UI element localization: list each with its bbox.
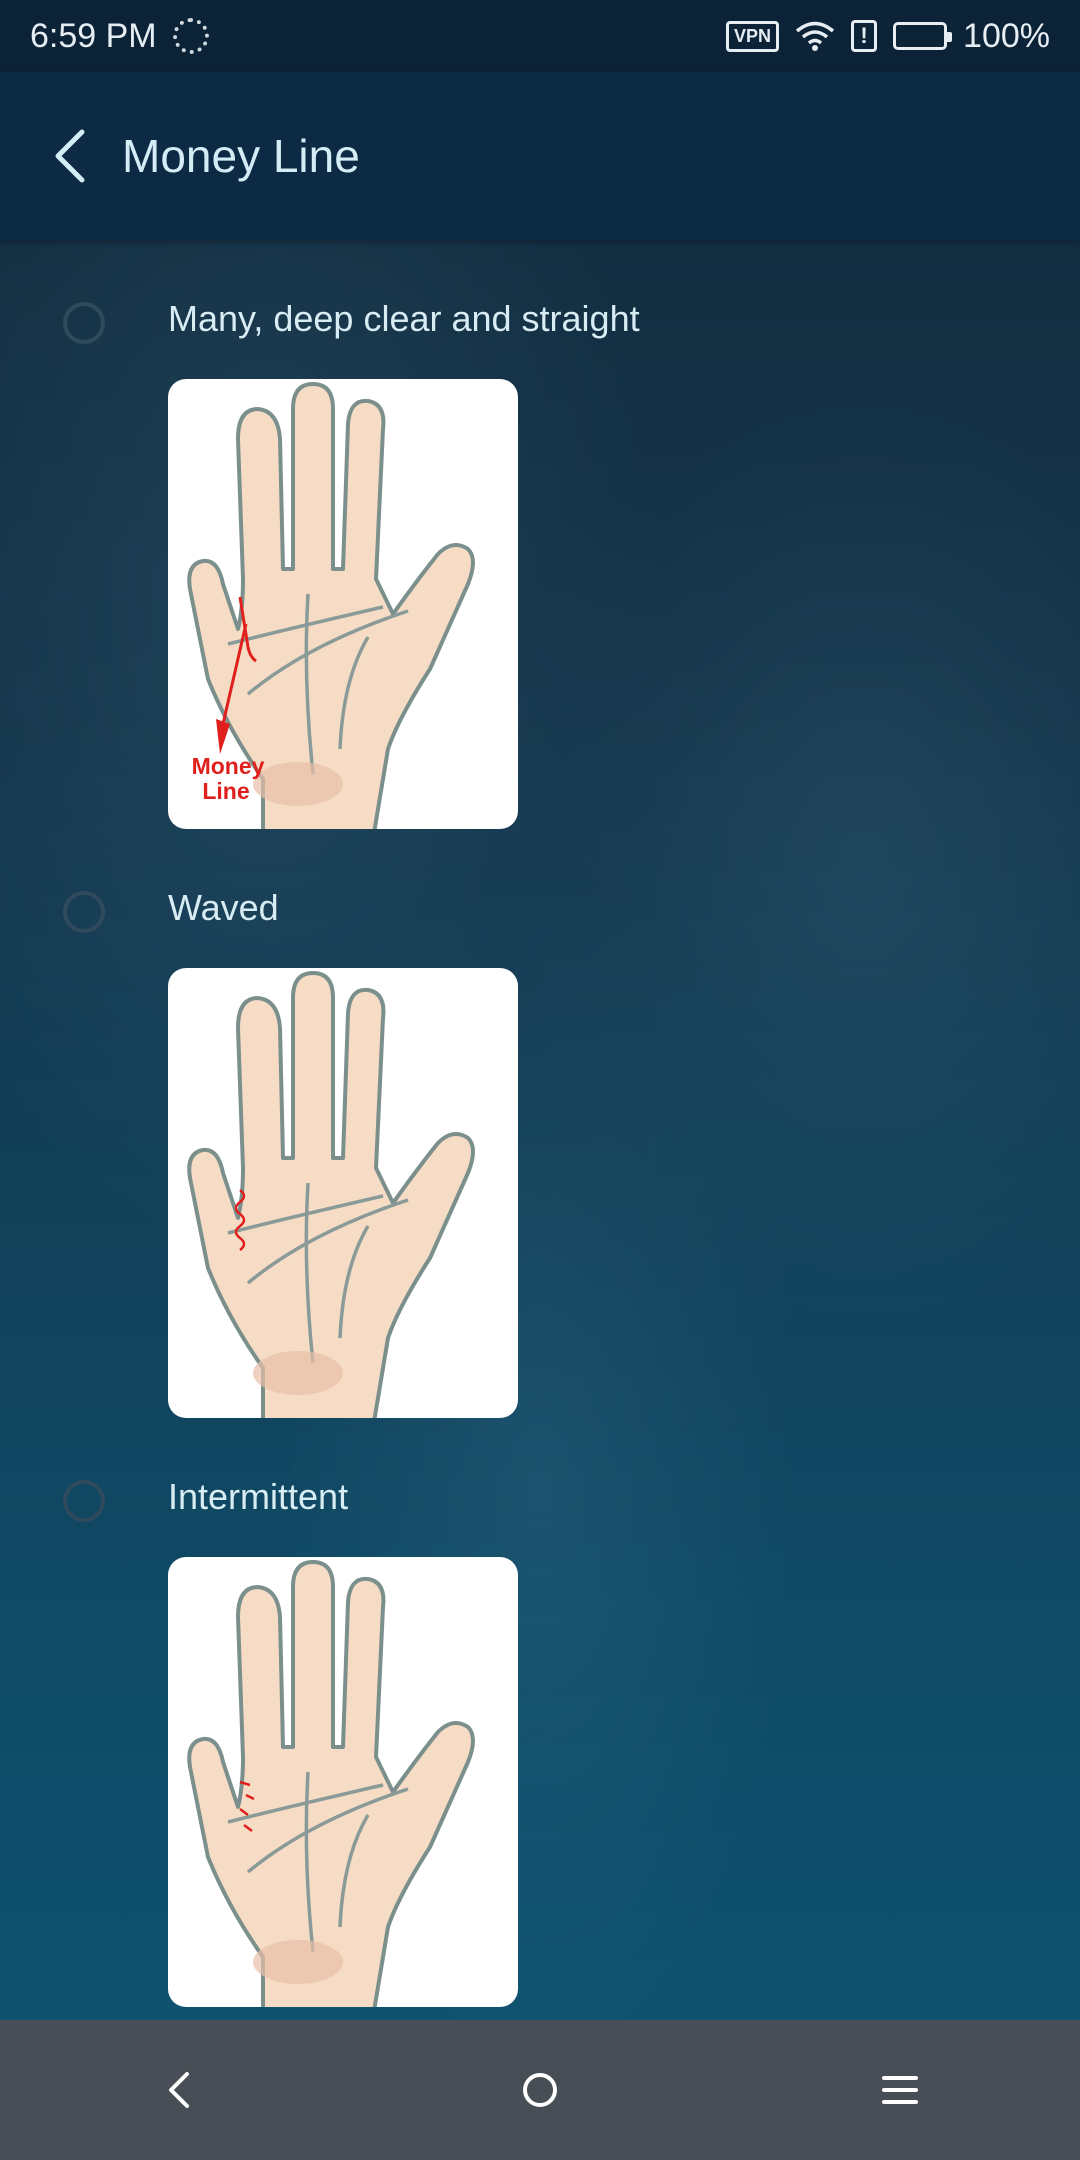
status-right: VPN ! 100% [726, 17, 1080, 56]
battery-percent: 100% [963, 16, 1050, 55]
hand-drawing [187, 1560, 475, 2007]
back-button[interactable] [30, 116, 110, 196]
vpn-icon: VPN [726, 20, 780, 52]
options-list: Many, deep clear and straight Money Line… [0, 240, 1080, 2007]
palm-image [168, 1557, 518, 2007]
chevron-left-icon [55, 129, 85, 183]
home-icon [523, 2073, 557, 2107]
app-bar: Money Line [0, 72, 1080, 240]
page-title: Money Line [122, 130, 360, 182]
wifi-icon [795, 21, 835, 51]
battery-icon [893, 22, 953, 50]
option-item[interactable]: Waved [0, 829, 1080, 1418]
spinner-icon [172, 18, 209, 54]
status-time: 6:59 PM [30, 16, 157, 55]
option-item[interactable]: Many, deep clear and straight Money Line [0, 240, 1080, 829]
nav-back-button[interactable] [120, 2030, 240, 2150]
radio-button[interactable] [63, 891, 105, 933]
menu-icon [882, 2076, 918, 2104]
money-line-caption: Money [192, 753, 265, 779]
money-line-caption-2: Line [202, 778, 249, 804]
palm-image: Money Line [168, 379, 518, 829]
navigation-bar [0, 2020, 1080, 2160]
option-label: Waved [168, 887, 279, 928]
home-button[interactable] [480, 2030, 600, 2150]
palm-image [168, 968, 518, 1418]
status-left: 6:59 PM [0, 17, 209, 56]
alert-icon: ! [851, 20, 878, 52]
nav-back-icon [169, 2072, 189, 2108]
option-item[interactable]: Intermittent [0, 1418, 1080, 2007]
status-bar: 6:59 PM VPN ! 100% [0, 0, 1080, 72]
radio-button[interactable] [63, 302, 105, 344]
option-label: Many, deep clear and straight [168, 298, 640, 339]
menu-button[interactable] [840, 2030, 960, 2150]
hand-drawing [187, 971, 475, 1418]
option-label: Intermittent [168, 1476, 349, 1517]
radio-button[interactable] [63, 1480, 105, 1522]
